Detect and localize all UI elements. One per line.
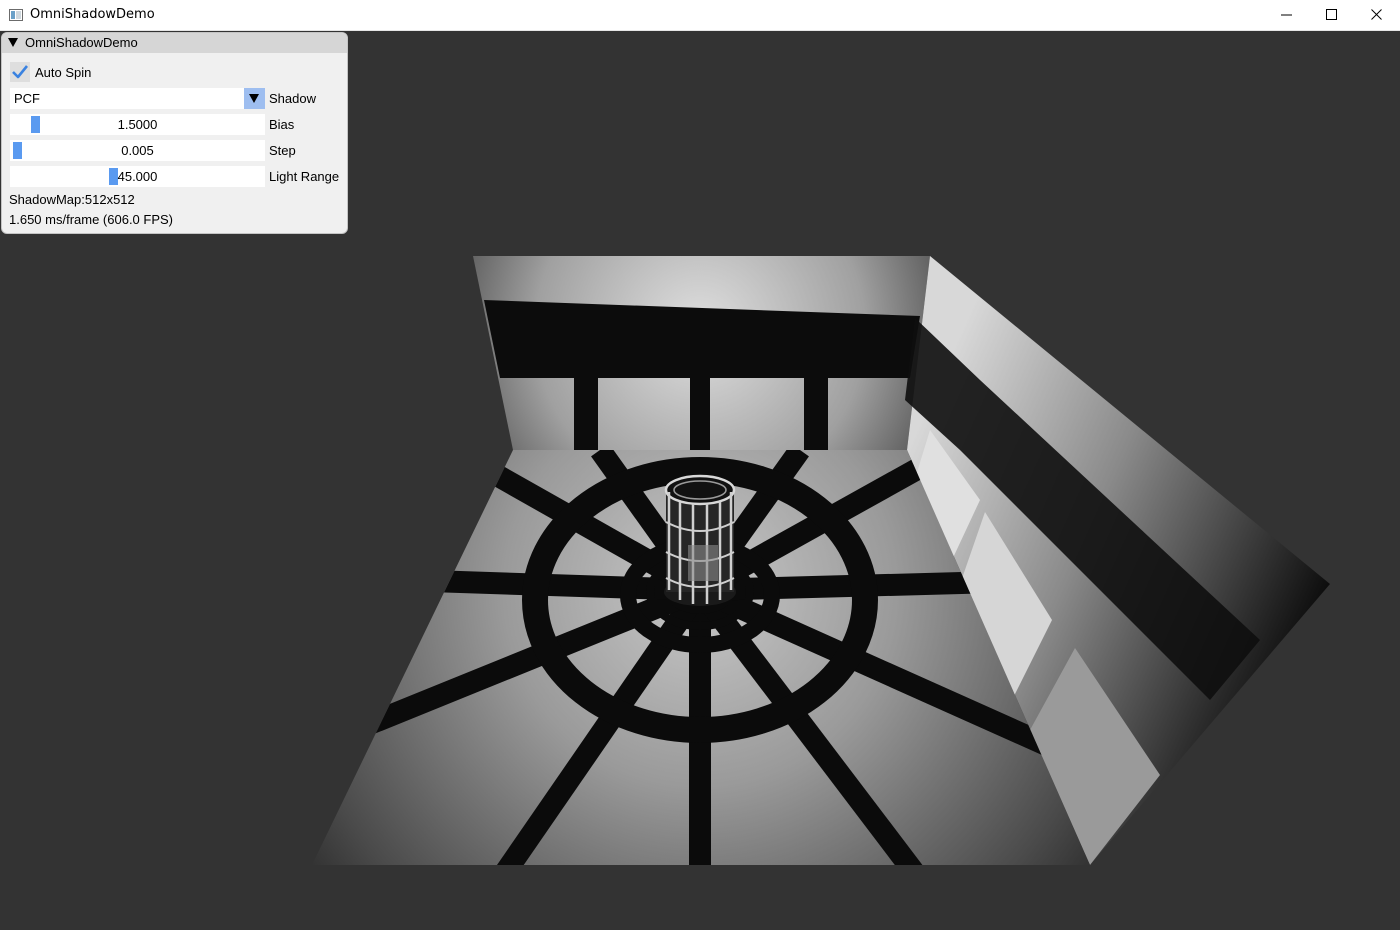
- wall-shadow-bar: [690, 378, 710, 450]
- window-title: OmniShadowDemo: [30, 7, 155, 22]
- title-bar: OmniShadowDemo: [0, 0, 1400, 31]
- frame-time-info: 1.650 ms/frame (606.0 FPS): [9, 212, 174, 227]
- step-label: Step: [269, 143, 296, 158]
- bias-label: Bias: [269, 117, 295, 132]
- panel-title: OmniShadowDemo: [25, 35, 138, 50]
- close-icon: [1371, 9, 1382, 20]
- shadow-mode-value: PCF: [14, 91, 40, 106]
- app-icon: [9, 9, 23, 21]
- maximize-icon: [1326, 9, 1337, 20]
- auto-spin-checkbox[interactable]: [10, 62, 30, 82]
- minimize-icon: [1281, 14, 1292, 16]
- bias-value: 1.5000: [117, 117, 158, 132]
- shadow-label: Shadow: [269, 91, 316, 106]
- step-value: 0.005: [121, 143, 154, 158]
- close-button[interactable]: [1354, 0, 1400, 31]
- wall-shadow-bar: [804, 378, 828, 450]
- shadow-mode-select[interactable]: PCF: [10, 88, 265, 109]
- checkmark-icon: [12, 65, 28, 79]
- light-range-value: 45.000: [117, 169, 158, 184]
- step-slider[interactable]: 0.005: [10, 140, 265, 161]
- light-range-label: Light Range: [269, 169, 340, 184]
- wall-shadow-bar: [574, 378, 598, 450]
- panel-header[interactable]: OmniShadowDemo: [2, 33, 347, 53]
- light-range-slider[interactable]: 45.000: [10, 166, 265, 187]
- minimize-button[interactable]: [1264, 0, 1310, 31]
- bias-slider[interactable]: 1.5000: [10, 114, 265, 135]
- cage-model: [664, 474, 736, 606]
- settings-panel: OmniShadowDemo Auto Spin PCF Shadow 1.50…: [1, 32, 348, 234]
- maximize-button[interactable]: [1309, 0, 1355, 31]
- chevron-down-icon[interactable]: [244, 88, 265, 109]
- shadowmap-info: ShadowMap:512x512: [9, 192, 135, 207]
- auto-spin-label: Auto Spin: [35, 65, 92, 80]
- collapse-arrow-icon[interactable]: [8, 38, 18, 47]
